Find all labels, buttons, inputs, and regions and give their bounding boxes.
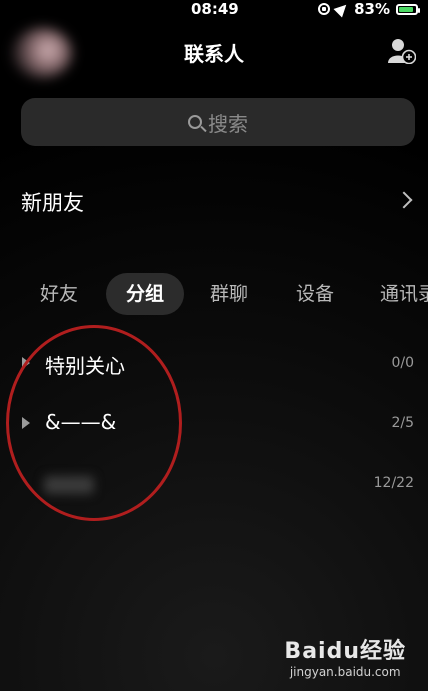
new-friends-label: 新朋友 <box>21 191 84 215</box>
chevron-right-icon <box>395 191 413 209</box>
rotation-lock-icon <box>318 3 331 15</box>
contact-tabs: 好友 分组 群聊 设备 通讯录 <box>0 273 428 315</box>
tab-friends[interactable]: 好友 <box>40 273 78 315</box>
add-contact-icon[interactable] <box>388 38 416 64</box>
tab-group-chats[interactable]: 群聊 <box>210 273 248 315</box>
search-bar[interactable]: 搜索 <box>21 98 415 146</box>
group-count: 0/0 <box>391 355 414 371</box>
status-bar: 08:49 83% <box>0 0 428 18</box>
status-time: 08:49 <box>191 0 239 18</box>
location-icon <box>333 0 351 18</box>
tab-address-book[interactable]: 通讯录 <box>380 273 428 315</box>
tab-devices[interactable]: 设备 <box>296 273 334 315</box>
tab-groups[interactable]: 分组 <box>106 273 185 315</box>
status-right: 83% <box>318 0 420 18</box>
contacts-screen: 08:49 83% 联系人 搜索 新朋友 好友 分组 群聊 设备 通讯录 特别关… <box>0 0 428 691</box>
search-icon <box>188 115 202 129</box>
search-placeholder: 搜索 <box>208 111 248 136</box>
annotation-circle <box>6 325 182 521</box>
watermark-url: jingyan.baidu.com <box>289 665 401 679</box>
page-title: 联系人 <box>184 42 244 66</box>
watermark-logo: Baidu经验 <box>284 639 406 664</box>
group-count: 12/22 <box>373 475 414 491</box>
battery-icon <box>396 3 420 15</box>
group-count: 2/5 <box>391 415 414 431</box>
new-friends-row[interactable]: 新朋友 <box>0 176 428 228</box>
watermark: Baidu经验 jingyan.baidu.com <box>284 633 406 679</box>
battery-percent: 83% <box>354 0 390 18</box>
